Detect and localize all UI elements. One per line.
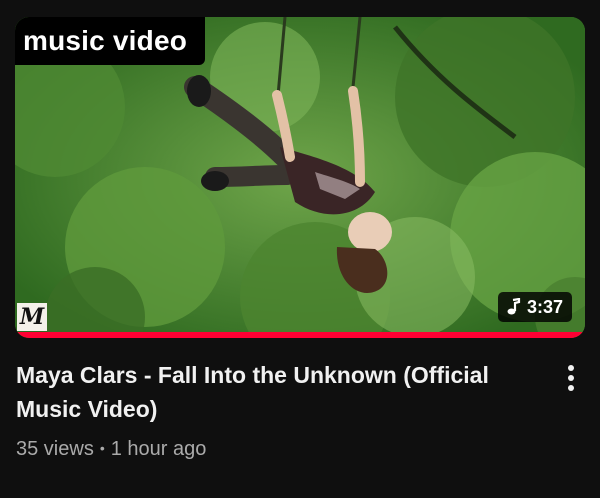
video-title[interactable]: Maya Clars - Fall Into the Unknown (Offi…: [16, 358, 536, 426]
thumbnail-image: [15, 17, 585, 338]
watch-progress-fill: [15, 332, 585, 338]
more-vertical-icon: [568, 365, 574, 391]
duration-text: 3:37: [526, 297, 563, 317]
music-note-icon: [507, 298, 521, 315]
video-thumbnail[interactable]: music video M 3:37: [15, 17, 585, 338]
video-card[interactable]: music video M 3:37 Maya Clars - Fall Int…: [0, 0, 600, 498]
video-stats: 35 views • 1 hour ago: [16, 434, 536, 463]
upload-age: 1 hour ago: [110, 438, 207, 460]
music-video-label: music video: [15, 17, 206, 65]
view-count: 35 views: [16, 438, 94, 460]
channel-logo: M: [17, 303, 47, 331]
more-actions-button[interactable]: [556, 360, 586, 396]
separator-dot: •: [99, 440, 105, 456]
video-details: Maya Clars - Fall Into the Unknown (Offi…: [16, 358, 536, 463]
duration-badge: 3:37: [497, 292, 572, 322]
watch-progress-bar: [15, 332, 585, 338]
